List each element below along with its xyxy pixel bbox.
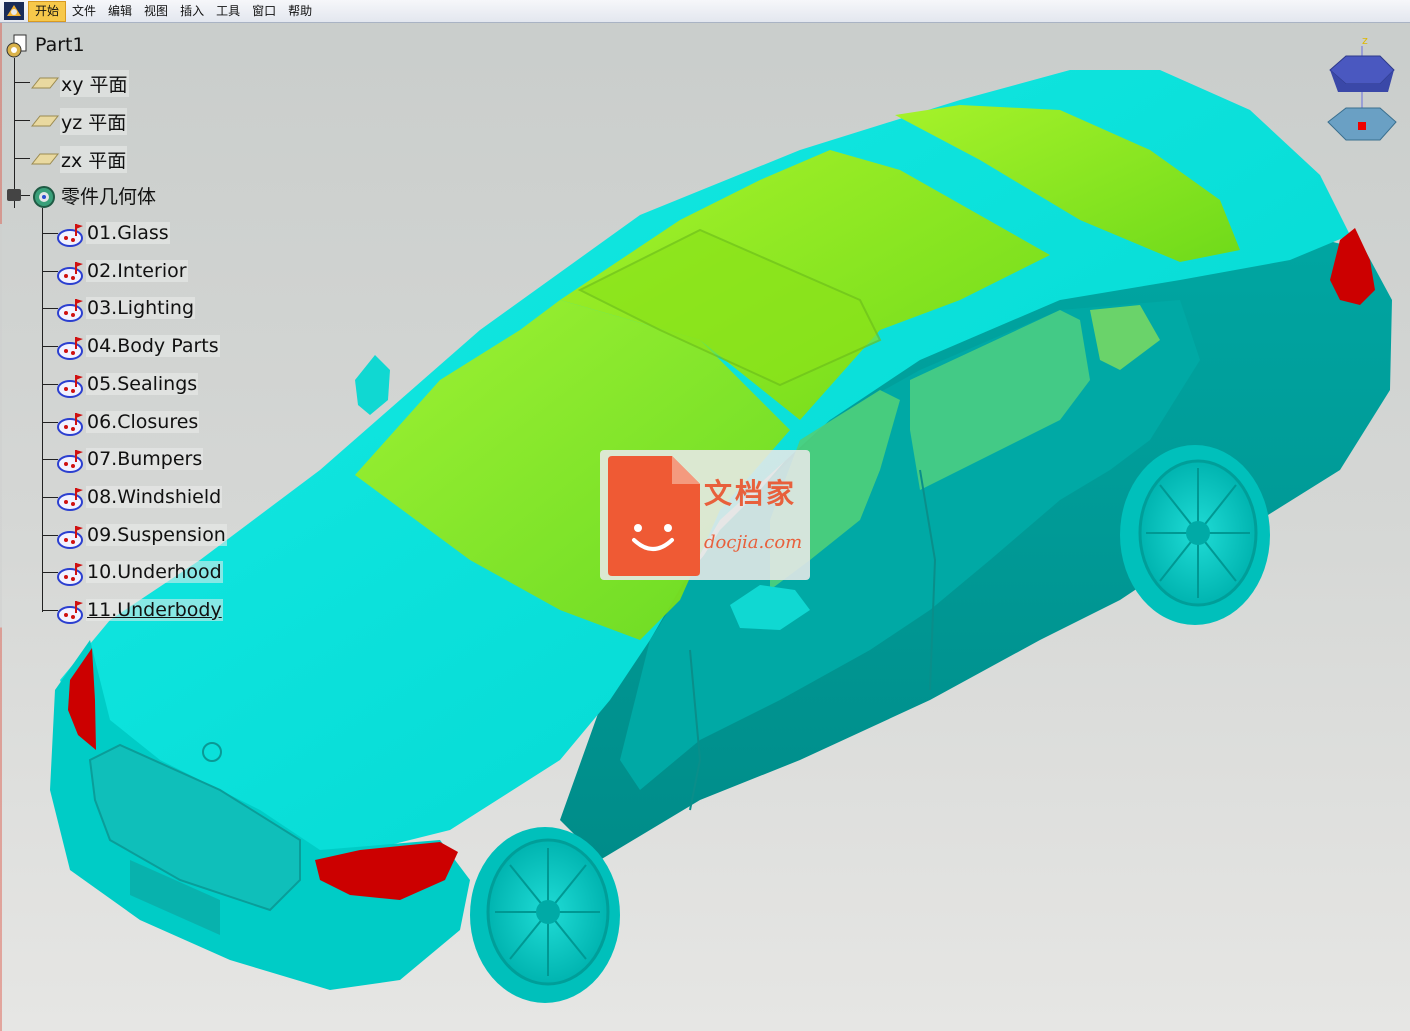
geometrical-set-icon (56, 411, 83, 436)
tree-node-xy-plane[interactable]: xy 平面 (30, 69, 129, 97)
catia-logo-icon[interactable] (4, 2, 24, 20)
menu-bar: 开始 文件 编辑 视图 插入 工具 窗口 帮助 (0, 0, 1410, 23)
tree-trunk-line (14, 58, 15, 208)
geometrical-set-icon (56, 260, 83, 285)
document-logo-icon (608, 456, 700, 576)
geometrical-set-icon (56, 524, 83, 549)
tree-node-geometrical-set[interactable]: 09.Suspension (56, 522, 227, 549)
menu-edit[interactable]: 编辑 (102, 2, 138, 21)
tree-plane-label: xy 平面 (60, 69, 129, 97)
geometrical-set-icon (56, 297, 83, 322)
tree-branch (14, 82, 30, 83)
tree-node-geometrical-set[interactable]: 06.Closures (56, 409, 200, 436)
tree-body-label: 零件几何体 (61, 185, 157, 208)
car-left-mirror (355, 355, 390, 415)
tree-set-label: 05.Sealings (86, 373, 199, 395)
menu-view[interactable]: 视图 (138, 2, 174, 21)
front-wheel-hub (536, 900, 560, 924)
view-compass[interactable]: z (1318, 30, 1402, 154)
plane-icon (30, 148, 60, 170)
plane-icon (30, 110, 60, 132)
menu-tools[interactable]: 工具 (210, 2, 246, 21)
watermark: 文档家 docjia.com (600, 450, 810, 580)
tree-node-zx-plane[interactable]: zx 平面 (30, 145, 128, 173)
tree-set-label: 06.Closures (86, 411, 200, 433)
tree-branch (14, 158, 30, 159)
watermark-title: 文档家 (704, 477, 798, 510)
tree-branch (14, 120, 30, 121)
geometrical-set-icon (56, 373, 83, 398)
tree-sub-trunk-line (42, 208, 43, 612)
tree-node-part-body[interactable]: 零件几何体 (30, 182, 157, 208)
tree-set-label: 10.Underhood (86, 561, 223, 583)
tree-set-label: 11.Underbody (86, 599, 223, 621)
tree-node-root[interactable]: Part1 (4, 32, 86, 58)
tree-node-geometrical-set[interactable]: 03.Lighting (56, 295, 196, 322)
tree-node-geometrical-set[interactable]: 01.Glass (56, 220, 170, 247)
specification-tree: Part1 xy 平面 yz 平面 zx 平面 零件几何体 01.Glass 0… (0, 22, 260, 642)
menu-window[interactable]: 窗口 (246, 2, 282, 21)
tree-node-geometrical-set[interactable]: 10.Underhood (56, 559, 223, 586)
tree-set-label: 09.Suspension (86, 524, 227, 546)
geometrical-set-icon (56, 335, 83, 360)
tree-set-label: 03.Lighting (86, 297, 196, 319)
geometrical-set-icon (56, 486, 83, 511)
part-body-icon (30, 184, 56, 208)
menu-file[interactable]: 文件 (66, 2, 102, 21)
rear-wheel-hub (1186, 521, 1210, 545)
geometrical-set-icon (56, 561, 83, 586)
tree-set-label: 04.Body Parts (86, 335, 220, 357)
tree-set-label: 02.Interior (86, 260, 188, 282)
part-icon (4, 34, 30, 58)
geometrical-set-icon (56, 599, 83, 624)
tree-node-geometrical-set[interactable]: 02.Interior (56, 258, 188, 285)
tree-plane-label: yz 平面 (60, 107, 128, 135)
tree-node-geometrical-set[interactable]: 07.Bumpers (56, 446, 204, 473)
watermark-url: docjia.com (704, 532, 803, 553)
collapse-toggle-icon[interactable] (7, 189, 21, 201)
tree-node-geometrical-set[interactable]: 11.Underbody (56, 597, 223, 624)
tree-node-yz-plane[interactable]: yz 平面 (30, 107, 128, 135)
tree-root-label: Part1 (35, 34, 85, 56)
tree-plane-label: zx 平面 (60, 145, 128, 173)
menu-help[interactable]: 帮助 (282, 2, 318, 21)
tree-set-label: 01.Glass (86, 222, 170, 244)
tree-node-geometrical-set[interactable]: 04.Body Parts (56, 333, 220, 360)
compass-axis-label: z (1362, 34, 1368, 47)
plane-icon (30, 72, 60, 94)
tree-set-label: 08.Windshield (86, 486, 223, 508)
menu-insert[interactable]: 插入 (174, 2, 210, 21)
geometrical-set-icon (56, 448, 83, 473)
tree-set-label: 07.Bumpers (86, 448, 204, 470)
tree-node-geometrical-set[interactable]: 08.Windshield (56, 484, 223, 511)
geometrical-set-icon (56, 222, 83, 247)
menu-start[interactable]: 开始 (28, 0, 67, 22)
tree-node-geometrical-set[interactable]: 05.Sealings (56, 371, 199, 398)
compass-anchor-icon[interactable] (1358, 122, 1366, 130)
